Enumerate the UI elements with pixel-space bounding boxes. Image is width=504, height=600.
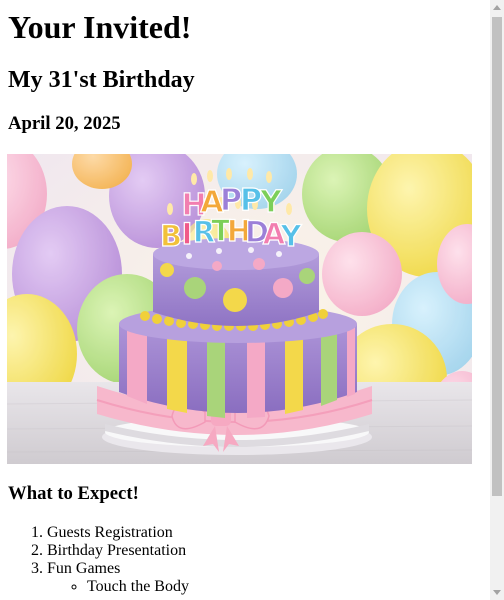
agenda-item: Birthday Presentation xyxy=(47,542,189,560)
svg-text:P: P xyxy=(220,183,242,218)
agenda-subitem: Touch the Body xyxy=(87,578,189,596)
scroll-down-arrow-icon[interactable] xyxy=(493,590,501,595)
agenda-item-label: Fun Games xyxy=(47,560,121,577)
svg-text:I: I xyxy=(182,217,193,251)
invite-heading: Your Invited! xyxy=(8,9,192,45)
agenda-sublist: Touch the Body xyxy=(47,578,189,596)
birthday-subheading: My 31'st Birthday xyxy=(8,67,195,93)
invitation-page: Your Invited! My 31'st Birthday April 20… xyxy=(0,0,490,600)
event-date: April 20, 2025 xyxy=(8,113,121,134)
scrollbar-thumb[interactable] xyxy=(492,17,502,496)
birthday-cake-photo: H A P P Y B I R T H D A Y xyxy=(7,154,472,464)
agenda-list: Guests Registration Birthday Presentatio… xyxy=(0,524,189,596)
agenda-item: Guests Registration xyxy=(47,524,189,542)
svg-text:Y: Y xyxy=(280,219,303,253)
agenda-item: Fun Games Touch the Body xyxy=(47,560,189,596)
birthday-candles: B I R T H D A Y xyxy=(159,213,303,253)
what-to-expect-heading: What to Expect! xyxy=(8,483,139,504)
svg-text:P: P xyxy=(240,183,262,218)
svg-text:B: B xyxy=(160,219,182,253)
scroll-up-arrow-icon[interactable] xyxy=(493,5,501,10)
cake-illustration: H A P P Y B I R T H D A Y xyxy=(7,154,472,464)
vertical-scrollbar[interactable] xyxy=(490,0,504,600)
